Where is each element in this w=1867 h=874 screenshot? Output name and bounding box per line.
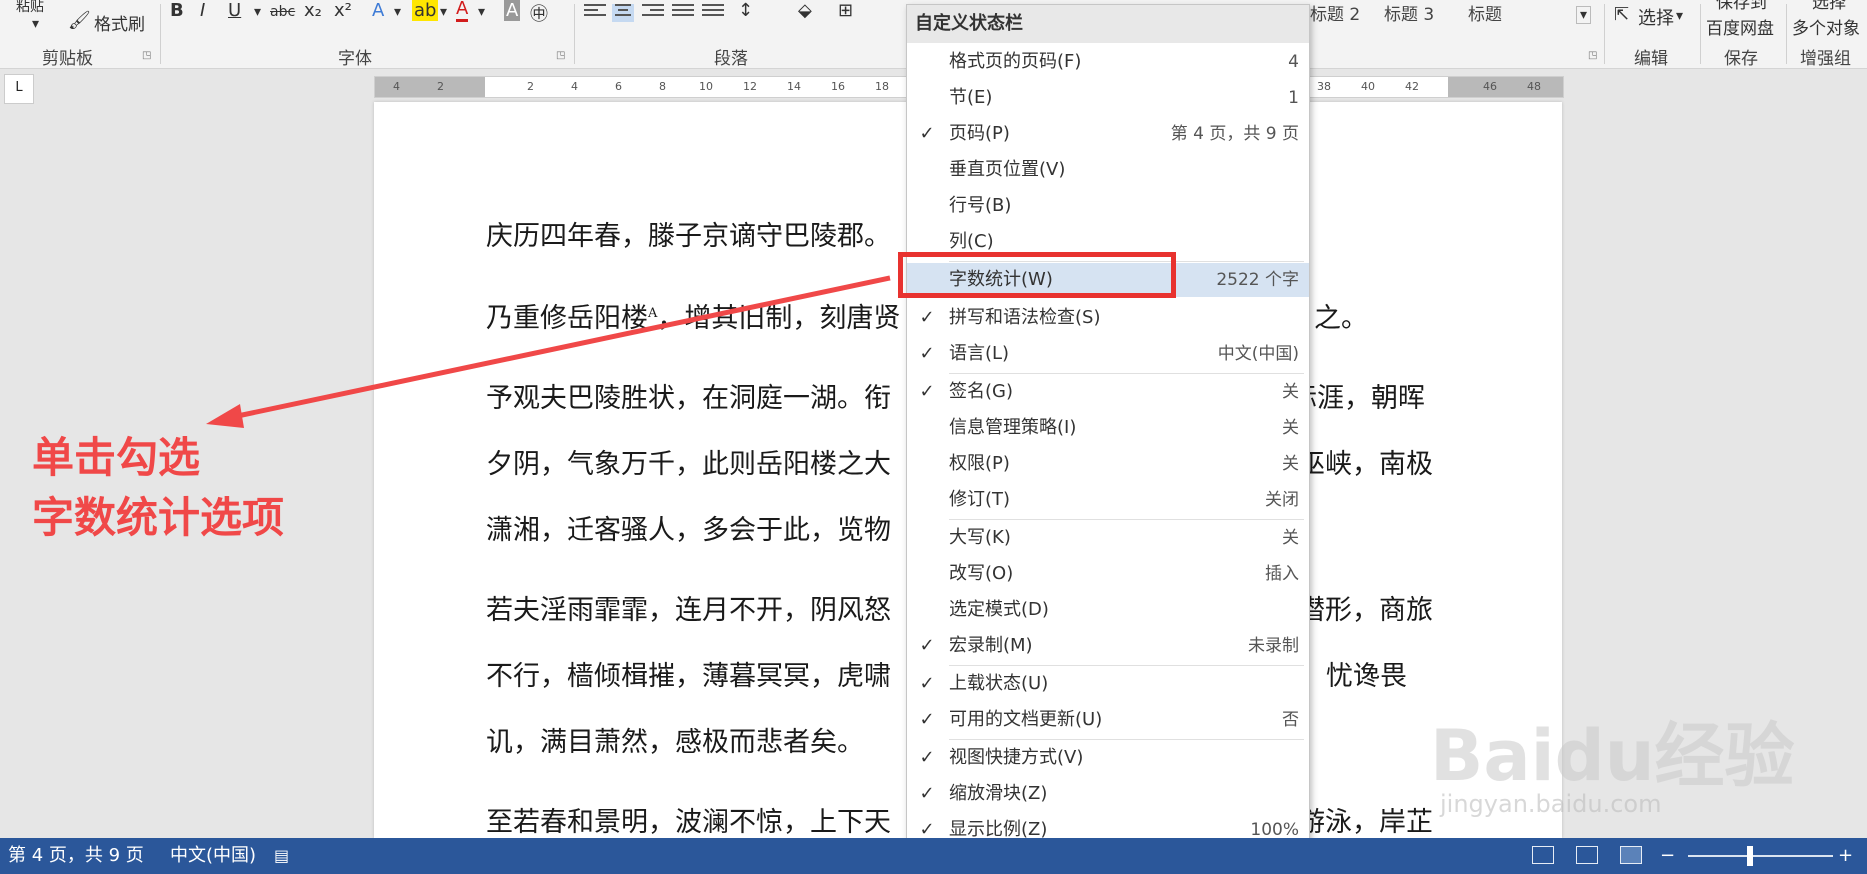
checkmark-icon: ✓ bbox=[919, 635, 935, 656]
menu-item-label: 修订(T) bbox=[949, 489, 1011, 510]
watermark-url: jingyan.baidu.com bbox=[1440, 790, 1662, 818]
menu-item-doc-updates[interactable]: ✓ 可用的文档更新(U) 否 bbox=[907, 703, 1309, 737]
annotation-line: 字数统计选项 bbox=[32, 493, 285, 542]
menu-item-macro-recording[interactable]: ✓ 宏录制(M) 未录制 bbox=[907, 629, 1309, 663]
menu-item-label: 缩放滑块(Z) bbox=[949, 783, 1048, 804]
zoom-slider[interactable] bbox=[1688, 855, 1833, 857]
menu-item-label: 垂直页位置(V) bbox=[949, 159, 1066, 180]
menu-item-track-changes[interactable]: 修订(T) 关闭 bbox=[907, 483, 1309, 517]
status-bar: 第 4 页，共 9 页 中文(中国) ▤ − + bbox=[0, 838, 1867, 874]
menu-item-value: 关 bbox=[1282, 454, 1299, 474]
menu-item-label: 权限(P) bbox=[949, 453, 1010, 474]
menu-item-line-number[interactable]: 行号(B) bbox=[907, 189, 1309, 223]
menu-item-column[interactable]: 列(C) bbox=[907, 225, 1309, 259]
web-layout-icon[interactable] bbox=[1620, 846, 1642, 864]
menu-item-section[interactable]: 节(E) 1 bbox=[907, 81, 1309, 115]
menu-separator bbox=[949, 373, 1304, 374]
menu-item-label: 页码(P) bbox=[949, 123, 1010, 144]
menu-item-value: 4 bbox=[1288, 52, 1299, 72]
menu-item-value: 1 bbox=[1288, 88, 1299, 108]
menu-item-label: 视图快捷方式(V) bbox=[949, 747, 1084, 768]
menu-item-permissions[interactable]: 权限(P) 关 bbox=[907, 447, 1309, 481]
read-mode-icon[interactable] bbox=[1532, 846, 1554, 864]
menu-separator bbox=[949, 519, 1304, 520]
checkmark-icon: ✓ bbox=[919, 709, 935, 730]
menu-item-selection-mode[interactable]: 选定模式(D) bbox=[907, 593, 1309, 627]
zoom-slider-thumb[interactable] bbox=[1747, 846, 1754, 866]
menu-item-value: 2522 个字 bbox=[1216, 270, 1299, 290]
annotation-line: 单击勾选 bbox=[32, 433, 201, 482]
checkmark-icon: ✓ bbox=[919, 747, 935, 768]
zoom-in-button[interactable]: + bbox=[1838, 838, 1853, 874]
checkmark-icon: ✓ bbox=[919, 673, 935, 694]
menu-item-label: 行号(B) bbox=[949, 195, 1012, 216]
menu-item-label: 信息管理策略(I) bbox=[949, 417, 1077, 438]
menu-item-formatted-page-number[interactable]: 格式页的页码(F) 4 bbox=[907, 45, 1309, 79]
menu-item-word-count[interactable]: 字数统计(W) 2522 个字 bbox=[907, 263, 1309, 297]
menu-item-label: 选定模式(D) bbox=[949, 599, 1049, 620]
menu-item-label: 语言(L) bbox=[949, 343, 1010, 364]
menu-item-value: 关 bbox=[1282, 418, 1299, 438]
macro-record-icon[interactable]: ▤ bbox=[274, 838, 289, 874]
menu-separator bbox=[949, 739, 1304, 740]
menu-item-value: 否 bbox=[1282, 710, 1299, 730]
checkmark-icon: ✓ bbox=[919, 307, 935, 328]
menu-item-info-policy[interactable]: 信息管理策略(I) 关 bbox=[907, 411, 1309, 445]
checkmark-icon: ✓ bbox=[919, 343, 935, 364]
menu-item-label: 大写(K) bbox=[949, 527, 1011, 548]
menu-title: 自定义状态栏 bbox=[907, 5, 1309, 43]
menu-separator bbox=[949, 261, 1304, 262]
menu-item-label: 列(C) bbox=[949, 231, 994, 252]
menu-item-label: 可用的文档更新(U) bbox=[949, 709, 1103, 730]
checkmark-icon: ✓ bbox=[919, 123, 935, 144]
menu-item-zoom-slider[interactable]: ✓ 缩放滑块(Z) bbox=[907, 777, 1309, 811]
menu-item-value: 关 bbox=[1282, 528, 1299, 548]
menu-item-label: 字数统计(W) bbox=[949, 269, 1053, 290]
print-layout-icon[interactable] bbox=[1576, 846, 1598, 864]
status-page-number[interactable]: 第 4 页，共 9 页 bbox=[8, 838, 144, 874]
baidu-watermark: Baidu经验 bbox=[1430, 715, 1795, 797]
menu-separator bbox=[949, 665, 1304, 666]
menu-item-language[interactable]: ✓ 语言(L) 中文(中国) bbox=[907, 337, 1309, 371]
menu-item-label: 宏录制(M) bbox=[949, 635, 1033, 656]
menu-item-vertical-position[interactable]: 垂直页位置(V) bbox=[907, 153, 1309, 187]
menu-item-label: 节(E) bbox=[949, 87, 993, 108]
menu-item-value: 第 4 页，共 9 页 bbox=[1170, 124, 1299, 144]
menu-item-value: 关 bbox=[1282, 382, 1299, 402]
menu-item-label: 上载状态(U) bbox=[949, 673, 1049, 694]
checkmark-icon: ✓ bbox=[919, 381, 935, 402]
menu-item-label: 拼写和语法检查(S) bbox=[949, 307, 1101, 328]
menu-item-overtype[interactable]: 改写(O) 插入 bbox=[907, 557, 1309, 591]
menu-item-view-shortcuts[interactable]: ✓ 视图快捷方式(V) bbox=[907, 741, 1309, 775]
menu-item-value: 中文(中国) bbox=[1217, 344, 1299, 364]
menu-item-value: 插入 bbox=[1265, 564, 1299, 584]
menu-item-upload-status[interactable]: ✓ 上载状态(U) bbox=[907, 667, 1309, 701]
menu-item-label: 签名(G) bbox=[949, 381, 1013, 402]
menu-item-value: 关闭 bbox=[1265, 490, 1299, 510]
checkmark-icon: ✓ bbox=[919, 783, 935, 804]
menu-item-label: 改写(O) bbox=[949, 563, 1014, 584]
menu-item-page-number[interactable]: ✓ 页码(P) 第 4 页，共 9 页 bbox=[907, 117, 1309, 151]
customize-status-bar-menu: 自定义状态栏 格式页的页码(F) 4 节(E) 1 ✓ 页码(P) 第 4 页，共 9 … bbox=[906, 4, 1310, 854]
status-language[interactable]: 中文(中国) bbox=[170, 838, 256, 874]
menu-item-label: 格式页的页码(F) bbox=[949, 51, 1082, 72]
menu-item-caps-lock[interactable]: 大写(K) 关 bbox=[907, 521, 1309, 555]
zoom-out-button[interactable]: − bbox=[1660, 838, 1675, 874]
menu-item-signature[interactable]: ✓ 签名(G) 关 bbox=[907, 375, 1309, 409]
menu-item-value: 未录制 bbox=[1248, 636, 1299, 656]
annotation-text: 单击勾选 字数统计选项 bbox=[32, 428, 284, 548]
menu-item-spelling-grammar[interactable]: ✓ 拼写和语法检查(S) bbox=[907, 301, 1309, 335]
